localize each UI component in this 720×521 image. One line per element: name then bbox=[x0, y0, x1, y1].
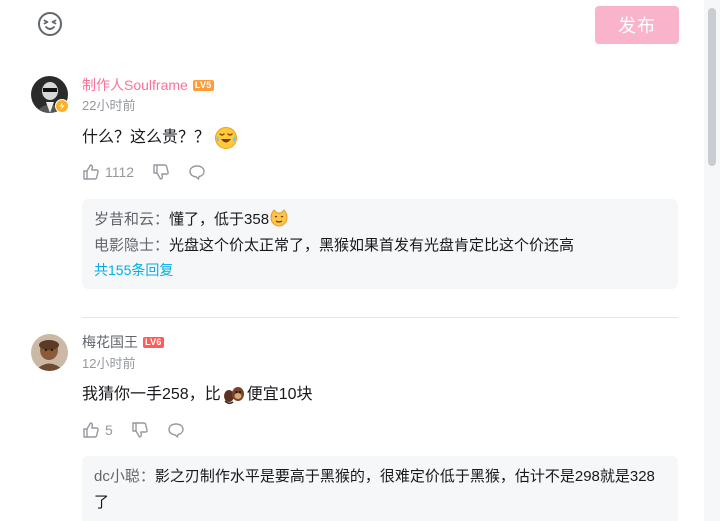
reply-text: 懂了，低于358 bbox=[169, 211, 270, 228]
reply-bubble-icon bbox=[168, 423, 184, 438]
reply-item: dc小聪：影之刃制作水平是要高于黑猴的，很难定价低于黑猴，估计不是298就是32… bbox=[94, 464, 666, 516]
like-button[interactable]: 5 bbox=[82, 421, 113, 439]
reply-text: 光盘这个价太正常了，黑猴如果首发有光盘肯定比这个价还高 bbox=[169, 237, 575, 254]
thumbs-down-icon bbox=[132, 422, 148, 438]
reply-item: 岁昔和云：懂了，低于358 bbox=[94, 207, 666, 233]
comment-input-toolbar: 发布 bbox=[0, 0, 704, 50]
thumbs-up-icon bbox=[83, 422, 99, 438]
comment-content: 我猜你一手258，比 便宜10块 bbox=[82, 383, 313, 407]
scrollbar-thumb[interactable] bbox=[708, 8, 716, 166]
comment-actions: 5 bbox=[82, 421, 203, 439]
level-badge: LV5 bbox=[192, 79, 214, 91]
comment-divider bbox=[82, 317, 678, 318]
monkey-emoji-icon bbox=[223, 387, 244, 405]
reply-button[interactable] bbox=[188, 163, 206, 181]
comment-content: 什么？这么贵？？ bbox=[82, 126, 238, 150]
username-text[interactable]: 制作人Soulframe bbox=[82, 76, 188, 94]
laugh-cry-emoji-icon bbox=[215, 127, 238, 149]
thumbs-up-icon bbox=[83, 164, 99, 180]
reply-item: 电影隐士：光盘这个价太正常了，黑猴如果首发有光盘肯定比这个价还高 bbox=[94, 233, 666, 259]
comment-username[interactable]: 制作人Soulframe LV5 bbox=[82, 76, 214, 94]
reply-username[interactable]: 电影隐士： bbox=[94, 237, 169, 254]
face-emoji-icon bbox=[38, 12, 62, 36]
cat-emoji-icon bbox=[270, 209, 288, 227]
username-text[interactable]: 梅花国王 bbox=[82, 333, 138, 351]
dislike-button[interactable] bbox=[131, 421, 149, 439]
reply-username[interactable]: dc小聪： bbox=[94, 468, 155, 485]
reply-text: 影之刃制作水平是要高于黑猴的，很难定价低于黑猴，估计不是298就是328了 bbox=[94, 468, 655, 511]
comment-actions: 1112 bbox=[82, 163, 224, 181]
thumbs-down-icon bbox=[153, 164, 169, 180]
emoji-button[interactable] bbox=[37, 11, 63, 37]
reply-bubble-icon bbox=[189, 165, 205, 180]
like-count: 5 bbox=[105, 422, 113, 438]
avatar[interactable] bbox=[31, 334, 68, 371]
reply-button[interactable] bbox=[167, 421, 185, 439]
dislike-button[interactable] bbox=[152, 163, 170, 181]
like-count: 1112 bbox=[105, 164, 135, 180]
comment-time: 12小时前 bbox=[82, 356, 136, 371]
comment-text: 我猜你一手258，比 bbox=[82, 386, 221, 403]
comment-time: 22小时前 bbox=[82, 98, 136, 113]
comment-text-suffix: 便宜10块 bbox=[246, 386, 313, 403]
like-button[interactable]: 1112 bbox=[82, 163, 134, 181]
reply-username[interactable]: 岁昔和云： bbox=[94, 211, 169, 228]
comment-username[interactable]: 梅花国王 LV6 bbox=[82, 333, 164, 351]
reply-box: dc小聪：影之刃制作水平是要高于黑猴的，很难定价低于黑猴，估计不是298就是32… bbox=[82, 456, 678, 521]
comment-text: 什么？这么贵？？ bbox=[82, 129, 211, 146]
level-badge: LV6 bbox=[143, 336, 164, 348]
view-more-replies-link[interactable]: 共155条回复 bbox=[94, 259, 666, 281]
reply-box: 岁昔和云：懂了，低于358 电影隐士：光盘这个价太正常了，黑猴如果首发有光盘肯定… bbox=[82, 199, 678, 289]
verified-badge-icon bbox=[55, 99, 69, 113]
publish-button[interactable]: 发布 bbox=[595, 6, 679, 44]
scrollbar[interactable] bbox=[704, 0, 720, 521]
